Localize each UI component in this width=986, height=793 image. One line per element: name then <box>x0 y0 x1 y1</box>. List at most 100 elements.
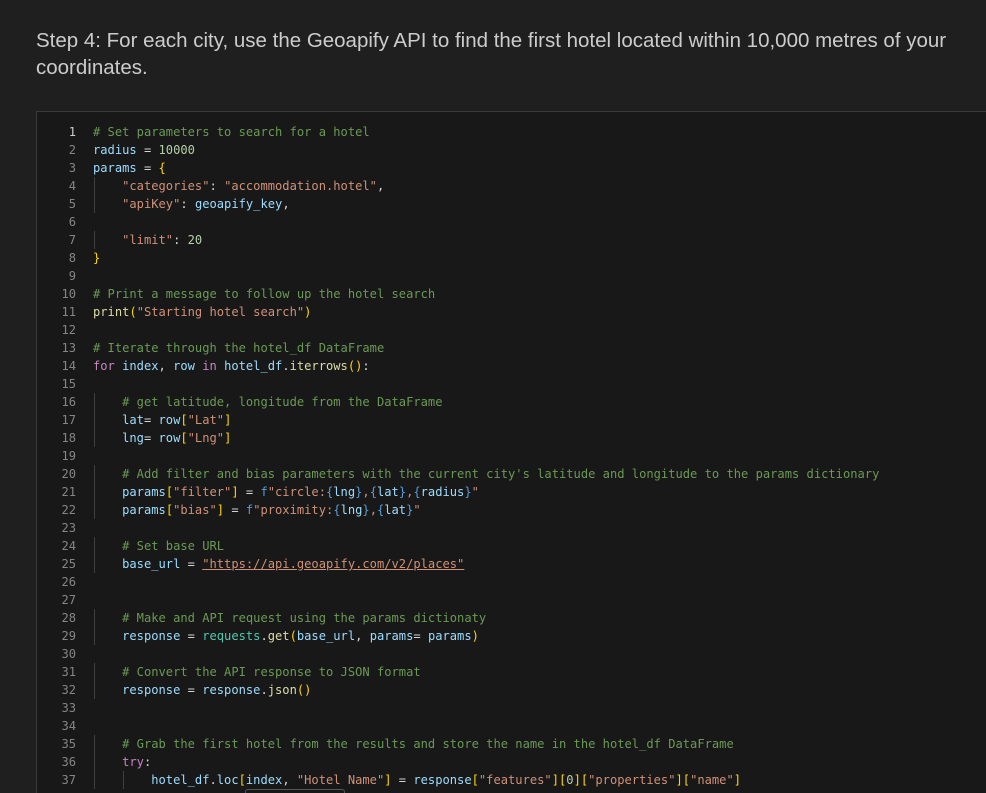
line-number: 19 <box>61 449 76 463</box>
line-number: 21 <box>61 485 76 499</box>
token: geoapify_key <box>194 197 283 211</box>
code-line-16: 16 # get latitude, longitude from the Da… <box>37 393 986 411</box>
token: "Hotel Name" <box>296 773 385 787</box>
code-line-12: 12 <box>37 321 986 339</box>
comment: # Grab the first hotel from the results … <box>122 737 734 751</box>
token: row <box>173 359 195 373</box>
line-number: 9 <box>68 269 76 283</box>
line-number: 35 <box>61 737 76 751</box>
line-number: 1 <box>68 125 76 139</box>
line-number: 25 <box>61 557 76 571</box>
token: 10000 <box>158 143 195 157</box>
line-number: 16 <box>61 395 76 409</box>
token: radius <box>93 143 137 157</box>
token: index <box>245 773 283 787</box>
code-line-33: 33 <box>37 699 986 717</box>
code-line-32: 32 response = response.json() <box>37 681 986 699</box>
code-line-22: 22 params["bias"] = f"proximity:{lng},{l… <box>37 501 986 519</box>
line-number: 33 <box>61 701 76 715</box>
comment: # Iterate through the hotel_df DataFrame <box>93 341 385 355</box>
token: row <box>158 431 181 445</box>
line-number: 12 <box>61 323 76 337</box>
token: "categories" <box>122 179 210 193</box>
token: "Lat" <box>187 413 225 427</box>
line-number: 18 <box>61 431 76 445</box>
token: radius <box>420 485 465 499</box>
token: "Starting hotel search" <box>136 305 305 319</box>
code-line-26: 26 <box>37 573 986 591</box>
code-line-31: 31 # Convert the API response to JSON fo… <box>37 663 986 681</box>
line-number: 15 <box>61 377 76 391</box>
token: loc <box>216 773 239 787</box>
line-number: 30 <box>61 647 76 661</box>
comment: # Add filter and bias parameters with th… <box>122 467 880 481</box>
code-line-7: 7 "limit": 20 <box>37 231 986 249</box>
step-heading: Step 4: For each city, use the Geoapify … <box>36 29 947 79</box>
token: 0 <box>566 773 574 787</box>
code-editor[interactable]: 1 # Set parameters to search for a hotel … <box>37 123 986 789</box>
line-number: 2 <box>68 143 76 157</box>
line-number: 29 <box>61 629 76 643</box>
token: try <box>122 755 144 769</box>
token: for <box>93 359 115 373</box>
token: "Lng" <box>187 431 225 445</box>
code-line-18: 18 lng= row["Lng"] <box>37 429 986 447</box>
code-line-5: 5 "apiKey": geoapify_key, <box>37 195 986 213</box>
line-number: 28 <box>61 611 76 625</box>
comment: # Set parameters to search for a hotel <box>93 125 370 139</box>
token: "name" <box>690 773 734 787</box>
token: "circle: <box>267 485 326 499</box>
line-number: 20 <box>61 467 76 481</box>
token: print <box>93 305 130 319</box>
token: 20 <box>187 233 203 247</box>
url-link[interactable]: "https://api.geoapify.com/v2/places" <box>202 557 464 571</box>
token: params <box>122 485 166 499</box>
token: params <box>93 161 137 175</box>
code-line-4: 4 "categories": "accommodation.hotel", <box>37 177 986 195</box>
code-line-9: 9 <box>37 267 986 285</box>
comment: # Set base URL <box>122 539 225 553</box>
code-line-17: 17 lat= row["Lat"] <box>37 411 986 429</box>
line-number: 7 <box>68 233 76 247</box>
token: lat <box>384 503 407 517</box>
code-line-24: 24 # Set base URL <box>37 537 986 555</box>
code-line-13: 13 # Iterate through the hotel_df DataFra… <box>37 339 986 357</box>
hover-hint-outline <box>245 789 345 793</box>
code-line-27: 27 <box>37 591 986 609</box>
token: "features" <box>478 773 552 787</box>
line-number: 22 <box>61 503 76 517</box>
code-line-6: 6 <box>37 213 986 231</box>
comment: # Print a message to follow up the hotel… <box>93 287 436 301</box>
token: hotel_df <box>224 359 283 373</box>
line-number: 34 <box>61 719 76 733</box>
token: lat <box>376 485 399 499</box>
token: get <box>267 629 290 643</box>
line-number: 10 <box>61 287 76 301</box>
line-number: 17 <box>61 413 76 427</box>
line-number: 8 <box>68 251 76 265</box>
line-number: 31 <box>61 665 76 679</box>
token: response <box>413 773 472 787</box>
token: lng <box>340 503 363 517</box>
code-line-29: 29 response = requests.get(base_url, par… <box>37 627 986 645</box>
token: lng <box>333 485 356 499</box>
code-line-28: 28 # Make and API request using the para… <box>37 609 986 627</box>
code-line-34: 34 <box>37 717 986 735</box>
token: base_url <box>296 629 356 643</box>
line-number: 26 <box>61 575 76 589</box>
token: base_url <box>122 557 181 571</box>
code-line-8: 8} <box>37 249 986 267</box>
code-line-2: 2 radius = 10000 <box>37 141 986 159</box>
token: "properties" <box>588 773 676 787</box>
line-number: 5 <box>68 197 76 211</box>
code-cell[interactable]: 1 # Set parameters to search for a hotel … <box>36 111 986 793</box>
comment: # Make and API request using the params … <box>122 611 487 625</box>
code-line-3: 3 params = { <box>37 159 986 177</box>
comment: # Convert the API response to JSON forma… <box>122 665 421 679</box>
code-line-15: 15 <box>37 375 986 393</box>
token: json <box>267 683 297 697</box>
code-line-37: 37 hotel_df.loc[index, "Hotel Name"] = r… <box>37 771 986 789</box>
line-number: 4 <box>68 179 76 193</box>
token: iterrows <box>289 359 348 373</box>
token: f <box>260 485 268 499</box>
